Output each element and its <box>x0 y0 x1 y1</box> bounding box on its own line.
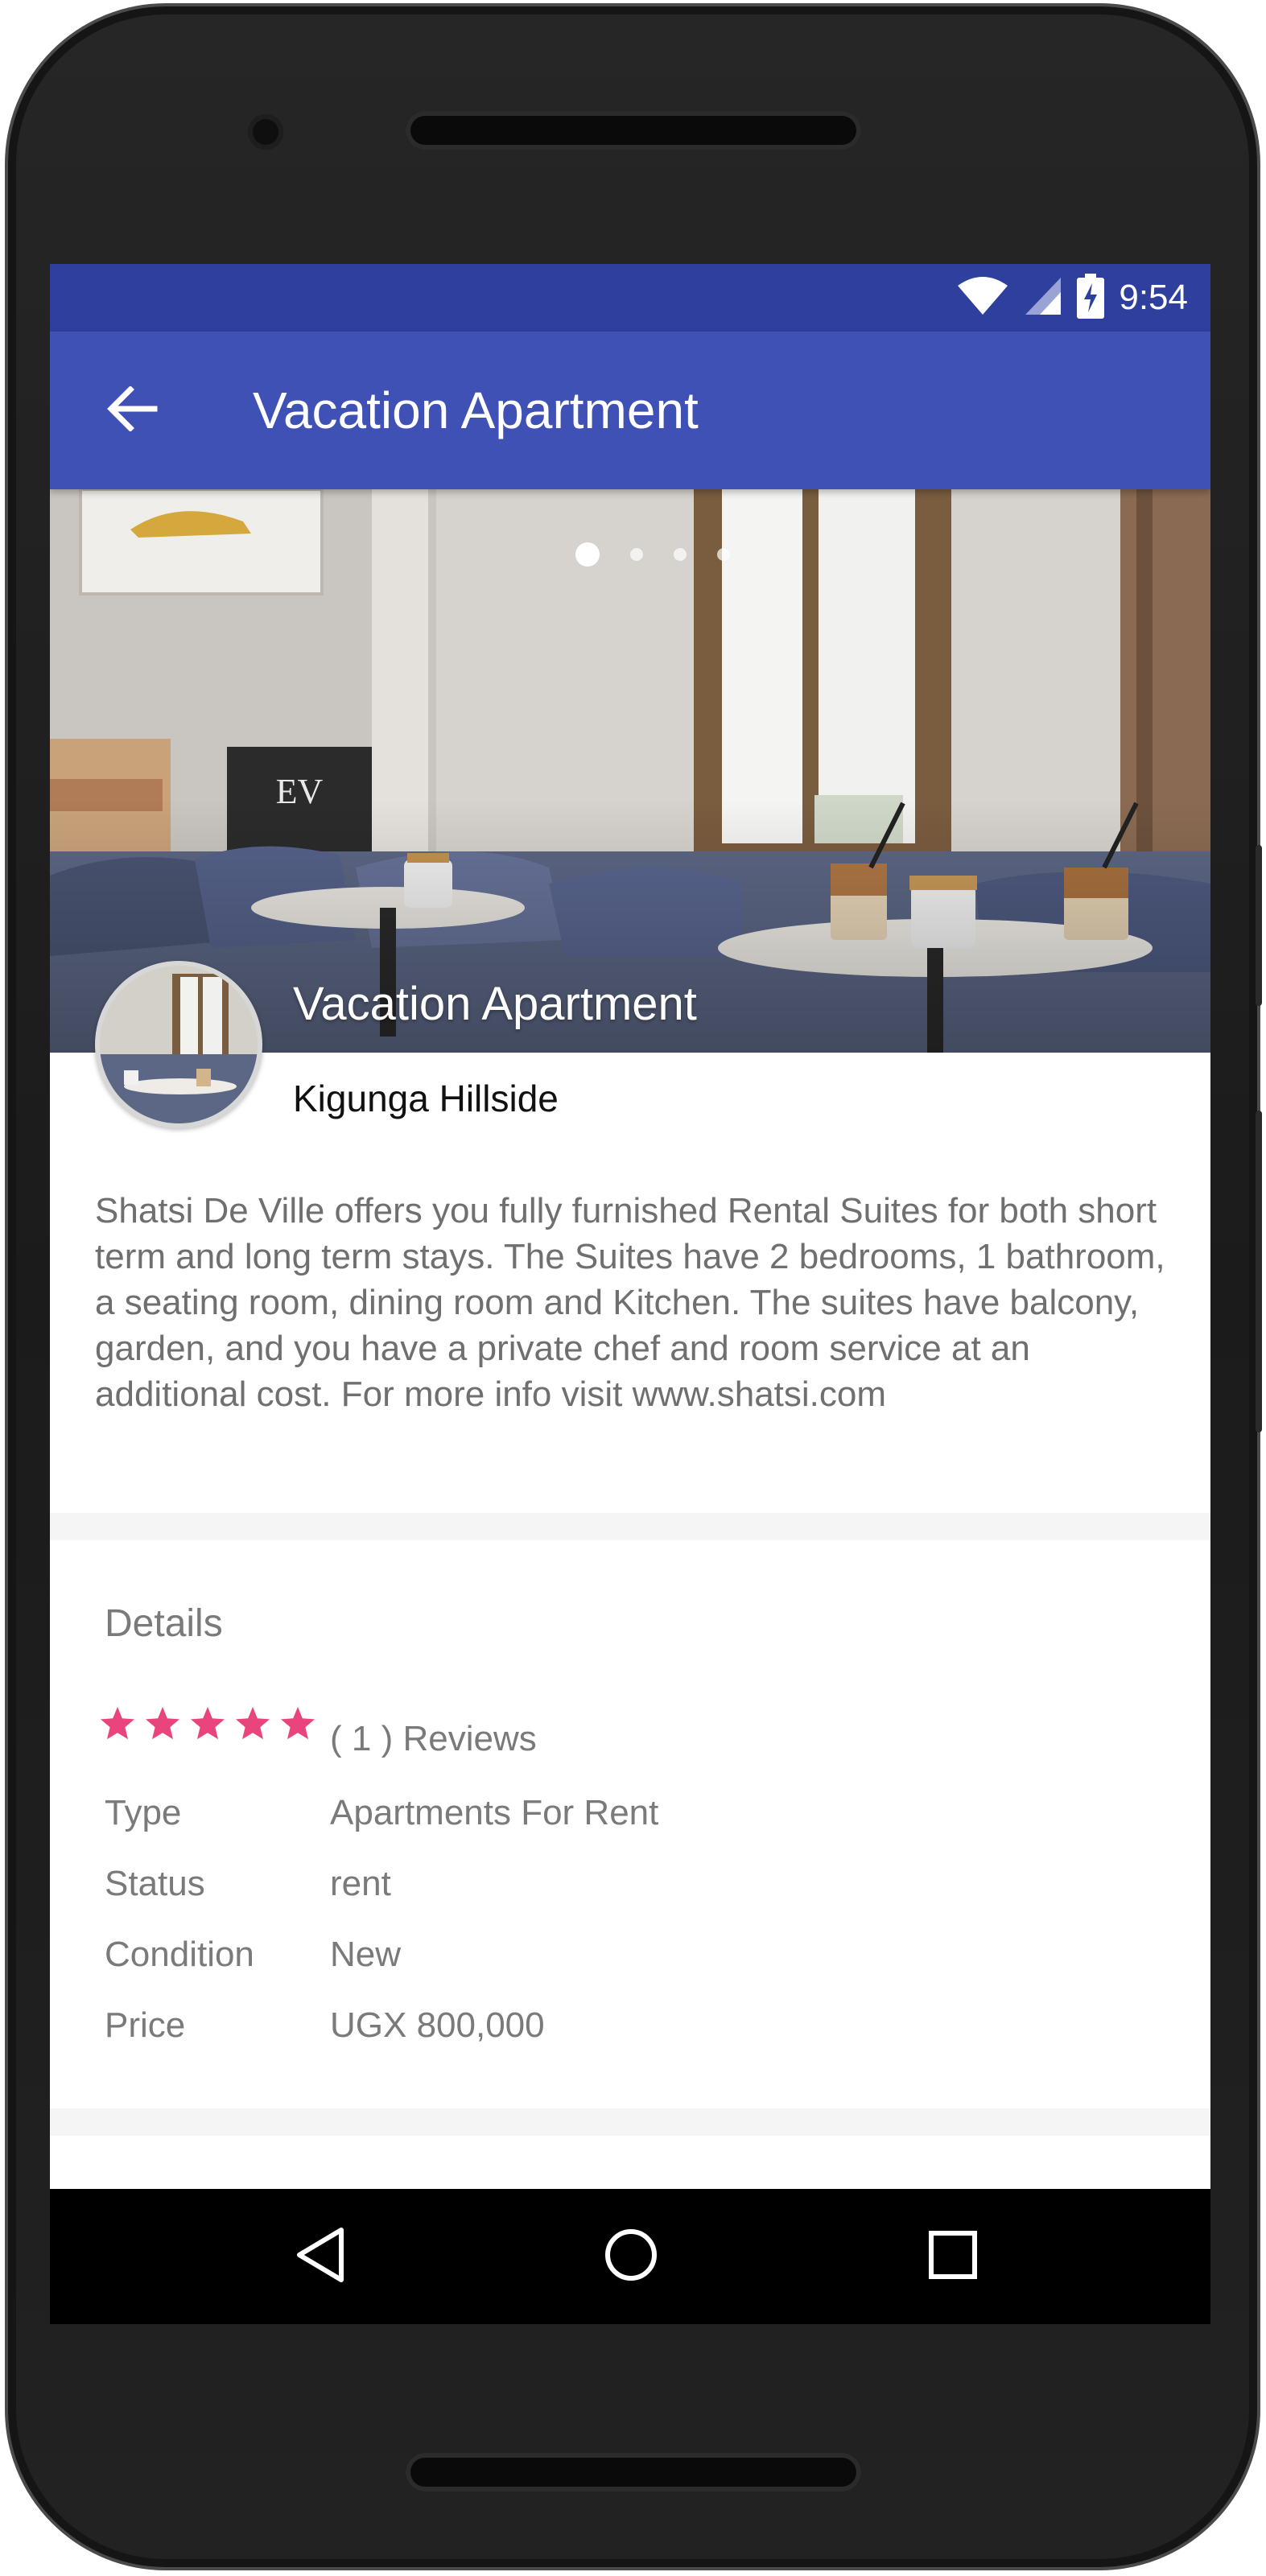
detail-label: Type <box>105 1793 182 1832</box>
detail-label: Condition <box>105 1935 254 1974</box>
hero-image-carousel[interactable]: EV <box>50 489 1210 1053</box>
bottom-speaker <box>406 2453 861 2492</box>
top-speaker <box>406 111 861 150</box>
front-camera <box>248 114 283 150</box>
back-button[interactable] <box>98 377 166 444</box>
app-bar: Vacation Apartment <box>50 332 1210 489</box>
wifi-icon <box>956 276 1009 320</box>
carousel-dot-3[interactable] <box>674 548 687 561</box>
thumbnail-photo <box>100 966 258 1123</box>
star-icon <box>191 1707 225 1740</box>
carousel-dot-1[interactable] <box>575 542 600 567</box>
status-bar: 9:54 <box>50 264 1210 332</box>
screen: 9:54 Vacation Apartment Vacation Apartme… <box>50 264 1210 2324</box>
battery-charging-icon <box>1077 273 1105 323</box>
hero-photo: EV <box>50 489 1210 1053</box>
listing-title: Vacation Apartment <box>293 978 697 1030</box>
detail-value: Apartments For Rent <box>330 1793 659 1832</box>
nav-recents-button[interactable] <box>919 2223 987 2290</box>
carousel-dot-4[interactable] <box>717 548 730 561</box>
listing-location: Kigunga Hillside <box>293 1078 559 1119</box>
app-bar-title: Vacation Apartment <box>253 381 699 439</box>
details-heading: Details <box>105 1602 223 1645</box>
section-divider <box>50 1513 1210 1540</box>
nav-back-icon <box>295 2227 346 2287</box>
status-time: 9:54 <box>1119 278 1188 317</box>
nav-home-icon <box>603 2227 659 2287</box>
reviews-count[interactable]: ( 1 ) Reviews <box>330 1719 537 1759</box>
power-button <box>1256 845 1262 1006</box>
nav-home-button[interactable] <box>597 2223 665 2290</box>
listing-description: Shatsi De Ville offers you fully furnish… <box>95 1191 1165 1414</box>
detail-value: New <box>330 1935 402 1974</box>
star-icon <box>236 1707 270 1740</box>
arrow-back-icon <box>106 385 158 435</box>
rating-stars <box>98 1704 317 1743</box>
carousel-indicator[interactable] <box>50 542 1210 567</box>
system-nav-bar <box>50 2189 1210 2324</box>
volume-button <box>1256 1111 1262 1432</box>
detail-label: Status <box>105 1864 205 1903</box>
detail-value: UGX 800,000 <box>330 2005 545 2045</box>
detail-label: Price <box>105 2005 186 2045</box>
listing-thumbnail[interactable] <box>95 961 262 1128</box>
nav-back-button[interactable] <box>287 2223 354 2290</box>
star-icon <box>146 1707 179 1740</box>
star-icon <box>281 1707 315 1740</box>
detail-value: rent <box>330 1864 391 1903</box>
carousel-dot-2[interactable] <box>630 548 643 561</box>
section-divider <box>50 2108 1210 2136</box>
signal-icon <box>1024 276 1062 320</box>
nav-recents-icon <box>927 2229 979 2285</box>
star-icon <box>101 1707 134 1740</box>
